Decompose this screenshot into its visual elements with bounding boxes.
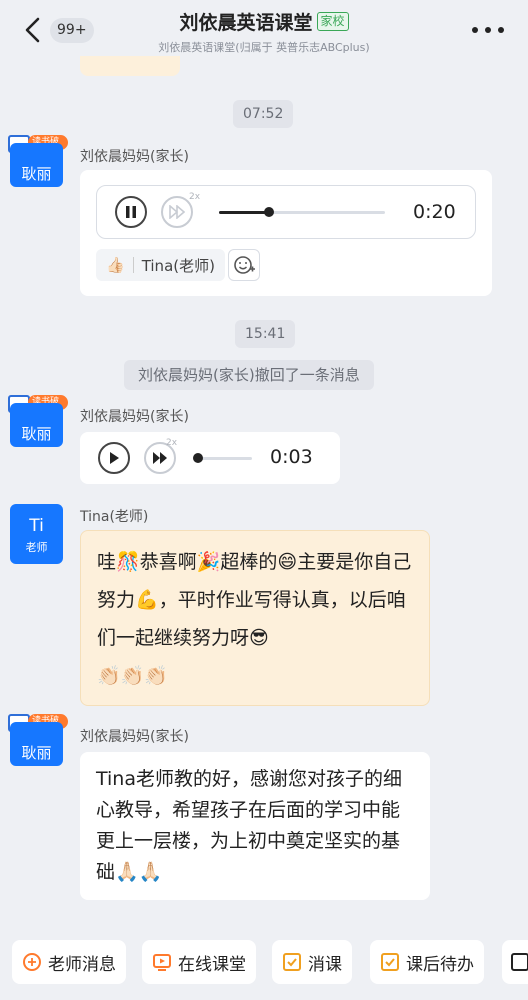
sender-name: 刘依晨妈妈(家长) [80, 729, 189, 745]
thumbs-up-icon: 👍🏻 [106, 256, 125, 274]
teacher-avatar-initial: Ti [29, 516, 44, 536]
button-label: 在线课堂 [178, 954, 246, 975]
chevron-left-icon [25, 17, 40, 43]
voice-player[interactable]: 2x 0:20 [96, 185, 476, 239]
message-text: 超棒的 [220, 551, 278, 573]
avatar[interactable]: 读书破万卷 耿丽 [8, 393, 68, 447]
voice-message-bubble[interactable]: 2x 0:03 [80, 432, 340, 484]
page-title: 刘依晨英语课堂 家校 [179, 8, 349, 35]
reaction-user: Tina(老师) [141, 256, 215, 275]
sunglasses-emoji: 😎 [249, 627, 269, 649]
avatar-name: 耿丽 [10, 722, 63, 766]
voice-progress-knob[interactable] [263, 207, 274, 217]
bottom-toolbar: 老师消息 在线课堂 消课 课后待办 [0, 930, 528, 1000]
avatar-name: 耿丽 [10, 403, 63, 447]
unread-count-badge[interactable]: 99+ [50, 18, 94, 43]
homework-todo-button[interactable]: 课后待办 [370, 940, 484, 984]
teacher-messages-button[interactable]: 老师消息 [12, 940, 126, 984]
pause-icon [126, 206, 136, 218]
voice-progress-fill [219, 211, 269, 214]
sender-name: 刘依晨妈妈(家长) [80, 409, 189, 425]
voice-message-card: 2x 0:20 👍🏻 Tina(老师) [80, 170, 492, 296]
teacher-badge-icon [22, 952, 42, 972]
message-text: 哇 [97, 551, 117, 573]
fast-forward-icon [153, 452, 167, 464]
title-area: 刘依晨英语课堂 家校 刘依晨英语课堂(归属于 英普乐志ABCplus) [120, 8, 408, 55]
recall-notice: 刘依晨妈妈(家长)撤回了一条消息 [124, 360, 374, 390]
more-dot [498, 27, 504, 33]
teacher-avatar-role: 老师 [25, 541, 48, 554]
timestamp: 07:52 [233, 100, 294, 128]
grin-emoji: 😄 [277, 551, 298, 573]
folded-hands-emoji: 🙏🏻🙏🏻 [115, 861, 163, 883]
previous-message-bubble [80, 56, 180, 76]
button-label: 消课 [308, 954, 342, 975]
sender-name: Tina(老师) [80, 509, 149, 525]
list-icon [510, 952, 528, 972]
parent-message-bubble[interactable]: Tina老师教的好，感谢您对孩子的细心教导，希望孩子在后面的学习中能更上一层楼，… [80, 752, 430, 900]
pause-button[interactable] [115, 196, 147, 228]
timestamp: 15:41 [235, 320, 296, 348]
message-text: 恭喜啊 [139, 551, 197, 573]
teacher-message-bubble[interactable]: 哇🎊恭喜啊🎉超棒的😄主要是你自己努力💪，平时作业写得认真，以后咱们一起继续努力呀… [80, 530, 430, 706]
add-emoji-icon [234, 256, 255, 274]
speed-label: 2x [189, 192, 201, 202]
avatar[interactable]: 读书破万卷 耿丽 [8, 712, 68, 766]
voice-duration: 0:03 [270, 446, 313, 468]
home-school-tag: 家校 [316, 12, 349, 31]
todo-icon [380, 952, 400, 972]
cancel-class-button[interactable]: 消课 [272, 940, 352, 984]
avatar[interactable]: 读书破万卷 耿丽 [8, 133, 68, 187]
sender-name: 刘依晨妈妈(家长) [80, 149, 189, 165]
checkbox-icon [282, 952, 302, 972]
add-reaction-button[interactable] [228, 249, 260, 281]
teacher-avatar[interactable]: Ti 老师 [10, 504, 63, 564]
chat-header: 99+ 刘依晨英语课堂 家校 刘依晨英语课堂(归属于 英普乐志ABCplus) [0, 0, 528, 60]
more-dot [485, 27, 491, 33]
button-label: 老师消息 [48, 954, 116, 975]
button-label: 课后待办 [406, 954, 474, 975]
online-class-button[interactable]: 在线课堂 [142, 940, 256, 984]
speed-label: 2x [166, 438, 178, 448]
video-class-icon [152, 952, 172, 972]
play-icon [110, 452, 119, 464]
avatar-name: 耿丽 [10, 143, 63, 187]
more-dots-icon [472, 27, 478, 33]
more-button[interactable] [472, 18, 504, 42]
voice-progress-track[interactable] [198, 457, 252, 460]
page-subtitle: 刘依晨英语课堂(归属于 英普乐志ABCplus) [158, 41, 370, 54]
voice-progress-knob[interactable] [193, 453, 203, 463]
reaction-chip[interactable]: 👍🏻 Tina(老师) [96, 249, 225, 281]
more-toolbar-button[interactable] [502, 940, 528, 984]
party-popper-emoji: 🎉 [196, 551, 221, 573]
clapping-emoji: 👏🏻👏🏻👏🏻 [97, 665, 168, 687]
play-button[interactable] [98, 442, 130, 474]
voice-duration: 0:20 [413, 201, 456, 223]
back-button[interactable] [18, 14, 46, 46]
voice-progress-track[interactable] [219, 211, 385, 214]
flexed-biceps-emoji: 💪 [135, 589, 159, 611]
confetti-emoji: 🎊 [116, 551, 140, 573]
divider [132, 257, 134, 273]
page-title-text: 刘依晨英语课堂 [179, 12, 313, 34]
fast-forward-icon [169, 205, 185, 219]
